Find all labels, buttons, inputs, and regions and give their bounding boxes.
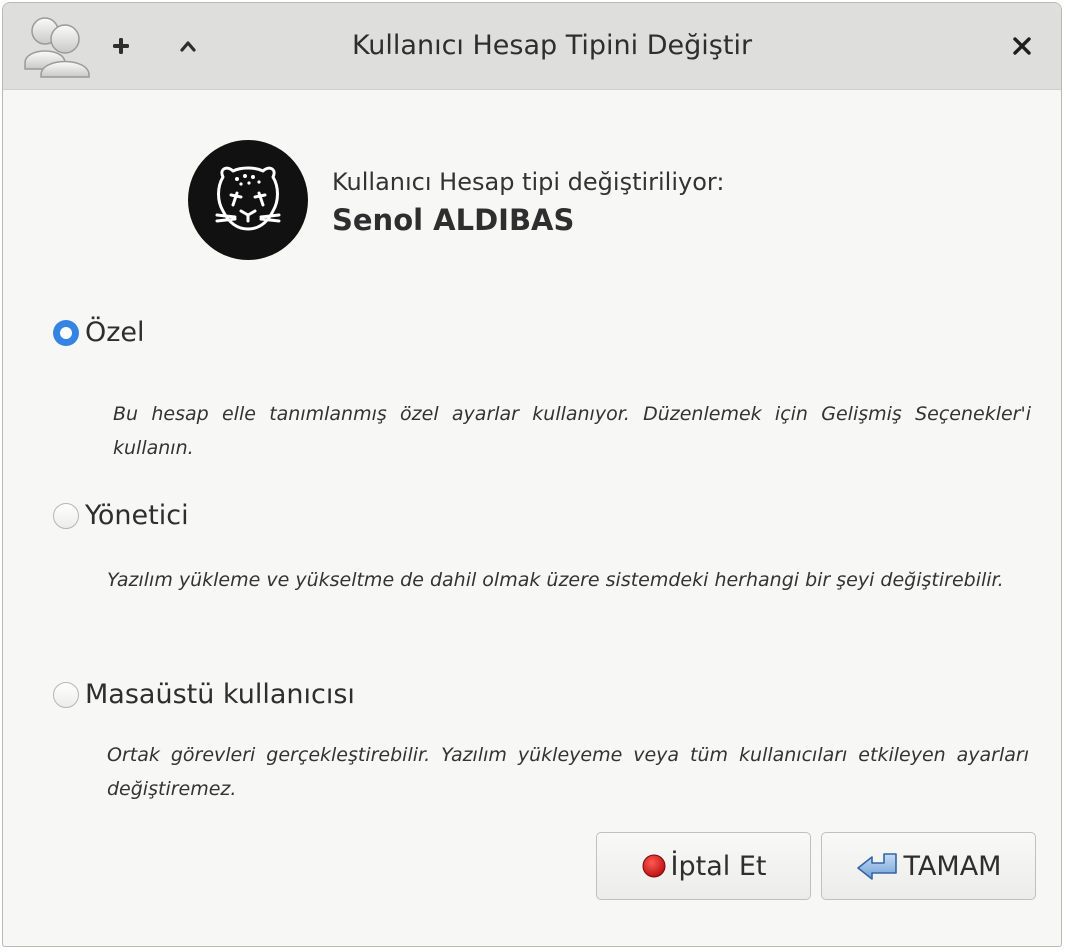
cancel-button-label: İptal Et [670,850,767,882]
radio-administrator[interactable] [53,502,79,529]
cancel-button[interactable]: İptal Et [596,832,811,900]
user-name: Senol ALDIBAS [332,203,575,237]
stop-icon [641,853,667,879]
option-custom-description: Bu hesap elle tanımlanmış özel ayarlar k… [113,403,1031,459]
dialog-window: Kullanıcı Hesap Tipini Değiştir Kullanıc… [2,2,1062,947]
user-avatar [188,140,308,260]
ok-button-label: TAMAM [903,850,1002,882]
change-subtitle: Kullanıcı Hesap tipi değiştiriliyor: [332,168,725,196]
option-administrator-label: Yönetici [85,500,189,531]
window-title: Kullanıcı Hesap Tipini Değiştir [351,30,753,61]
panther-logo-icon [215,166,281,231]
option-desktop-user-description: Ortak görevleri gerçekleştirebilir. Yazı… [107,744,1029,800]
radio-desktop-user[interactable] [53,681,79,708]
enter-arrow-icon [856,851,900,881]
option-custom[interactable]: Özel [53,317,145,348]
option-desktop-user[interactable]: Masaüstü kullanıcısı [53,679,355,710]
ok-button[interactable]: TAMAM [821,832,1036,900]
option-administrator-description: Yazılım yükleme ve yükseltme de dahil ol… [107,569,1004,591]
option-desktop-user-label: Masaüstü kullanıcısı [85,679,355,710]
radio-custom[interactable] [53,319,79,346]
title-bar: Kullanıcı Hesap Tipini Değiştir [3,3,1061,90]
close-button[interactable] [1005,28,1039,64]
option-custom-label: Özel [85,317,145,348]
option-administrator[interactable]: Yönetici [53,500,189,531]
close-icon [1013,37,1031,55]
